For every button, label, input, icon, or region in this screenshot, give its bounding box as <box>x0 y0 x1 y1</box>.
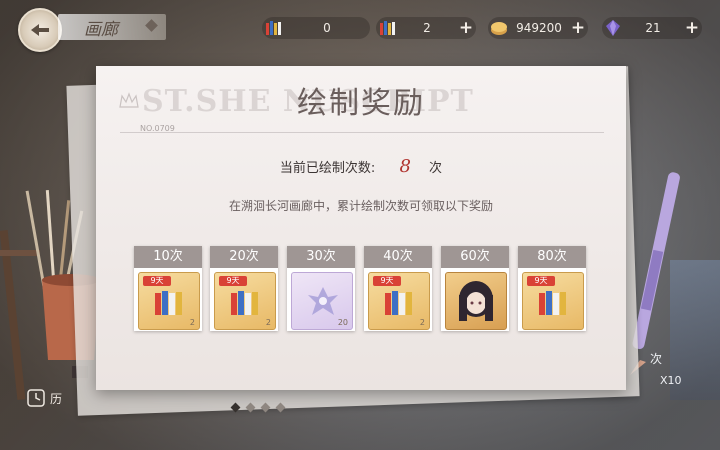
page-dot[interactable] <box>245 402 256 413</box>
add-crystals-button[interactable]: + <box>682 18 702 38</box>
page-dot[interactable] <box>230 402 241 413</box>
reward-tier: 10次 <box>134 246 202 268</box>
page-dot[interactable] <box>260 402 271 413</box>
page-title-plate: 画廊 <box>58 14 166 40</box>
diamond-icon <box>145 19 158 32</box>
paint-kit-icon: 9天 2 <box>214 272 276 330</box>
duration-tag: 9天 <box>219 276 247 286</box>
reward-card[interactable]: 60次 <box>441 246 509 331</box>
bg-right-label: 次 <box>650 352 663 366</box>
reward-card[interactable]: 30次 20 <box>287 246 355 331</box>
add-brush-button[interactable]: + <box>456 18 476 38</box>
panel-header: ST.SHE NUSCRIPT 绘制奖励 <box>96 66 626 128</box>
resource-crystals: 21 + <box>602 17 702 39</box>
page-title: 画廊 <box>84 19 118 40</box>
reward-qty: 2 <box>189 318 195 327</box>
draw-count-unit: 次 <box>429 161 443 176</box>
brush-set-icon <box>266 21 281 35</box>
add-coins-button[interactable]: + <box>568 18 588 38</box>
resource-value: 949200 <box>516 21 562 35</box>
history-icon <box>27 389 45 407</box>
reward-description: 在溯洄长河画廊中，累计绘制次数可领取以下奖励 <box>228 199 493 213</box>
brush-set-icon <box>380 21 395 35</box>
reward-card[interactable]: 80次 9天 <box>518 246 586 331</box>
reward-tier: 30次 <box>287 246 355 268</box>
reward-qty: 20 <box>337 318 348 327</box>
paint-kit-icon: 9天 2 <box>138 272 200 330</box>
reward-tier: 40次 <box>364 246 432 268</box>
reward-qty: 2 <box>265 318 271 327</box>
reward-card[interactable]: 10次 9天 2 <box>134 246 202 331</box>
reward-card[interactable]: 40次 9天 2 <box>364 246 432 331</box>
draw-count-line: 当前已绘制次数: 8 次 <box>96 156 626 177</box>
page-indicator <box>230 402 286 413</box>
crystal-icon <box>606 20 620 36</box>
back-arrow-icon <box>31 24 49 36</box>
paint-kit-icon: 9天 <box>522 272 584 330</box>
resource-value: 21 <box>645 21 661 35</box>
bg-right-multiplier: X10 <box>660 374 682 387</box>
draw-count-label: 当前已绘制次数: <box>279 161 376 176</box>
resource-value: 2 <box>423 21 431 35</box>
duration-tag: 9天 <box>143 276 171 286</box>
resource-coins: 949200 + <box>488 17 588 39</box>
sprite-icon: 20 <box>291 272 353 330</box>
page-dot[interactable] <box>275 402 286 413</box>
reward-panel: ST.SHE NUSCRIPT 绘制奖励 NO.0709 当前已绘制次数: 8 … <box>96 66 626 390</box>
reward-tier: 80次 <box>518 246 586 268</box>
resource-brush-set-2: 2 + <box>376 17 476 39</box>
duration-tag: 9天 <box>373 276 401 286</box>
resource-value: 0 <box>323 21 331 35</box>
panel-title: 绘制奖励 <box>297 86 425 121</box>
reward-list: 10次 9天 2 20次 9天 2 30次 20 40次 9天 2 60次 80… <box>134 246 586 332</box>
top-bar: 画廊 0 2 + 949200 + 21 + <box>0 0 720 52</box>
resource-brush-set-1: 0 <box>262 17 370 39</box>
duration-tag: 9天 <box>527 276 555 286</box>
paint-kit-icon: 9天 2 <box>368 272 430 330</box>
draw-count-value: 8 <box>399 156 411 177</box>
character-portrait-icon <box>445 272 507 330</box>
reward-card[interactable]: 20次 9天 2 <box>210 246 278 331</box>
history-button[interactable]: 历 <box>26 386 62 410</box>
history-label: 历 <box>50 391 63 406</box>
coin-icon <box>491 22 507 35</box>
divider <box>120 132 604 133</box>
reward-qty: 2 <box>419 318 425 327</box>
back-button[interactable] <box>18 8 62 52</box>
reward-tier: 20次 <box>210 246 278 268</box>
reward-tier: 60次 <box>441 246 509 268</box>
